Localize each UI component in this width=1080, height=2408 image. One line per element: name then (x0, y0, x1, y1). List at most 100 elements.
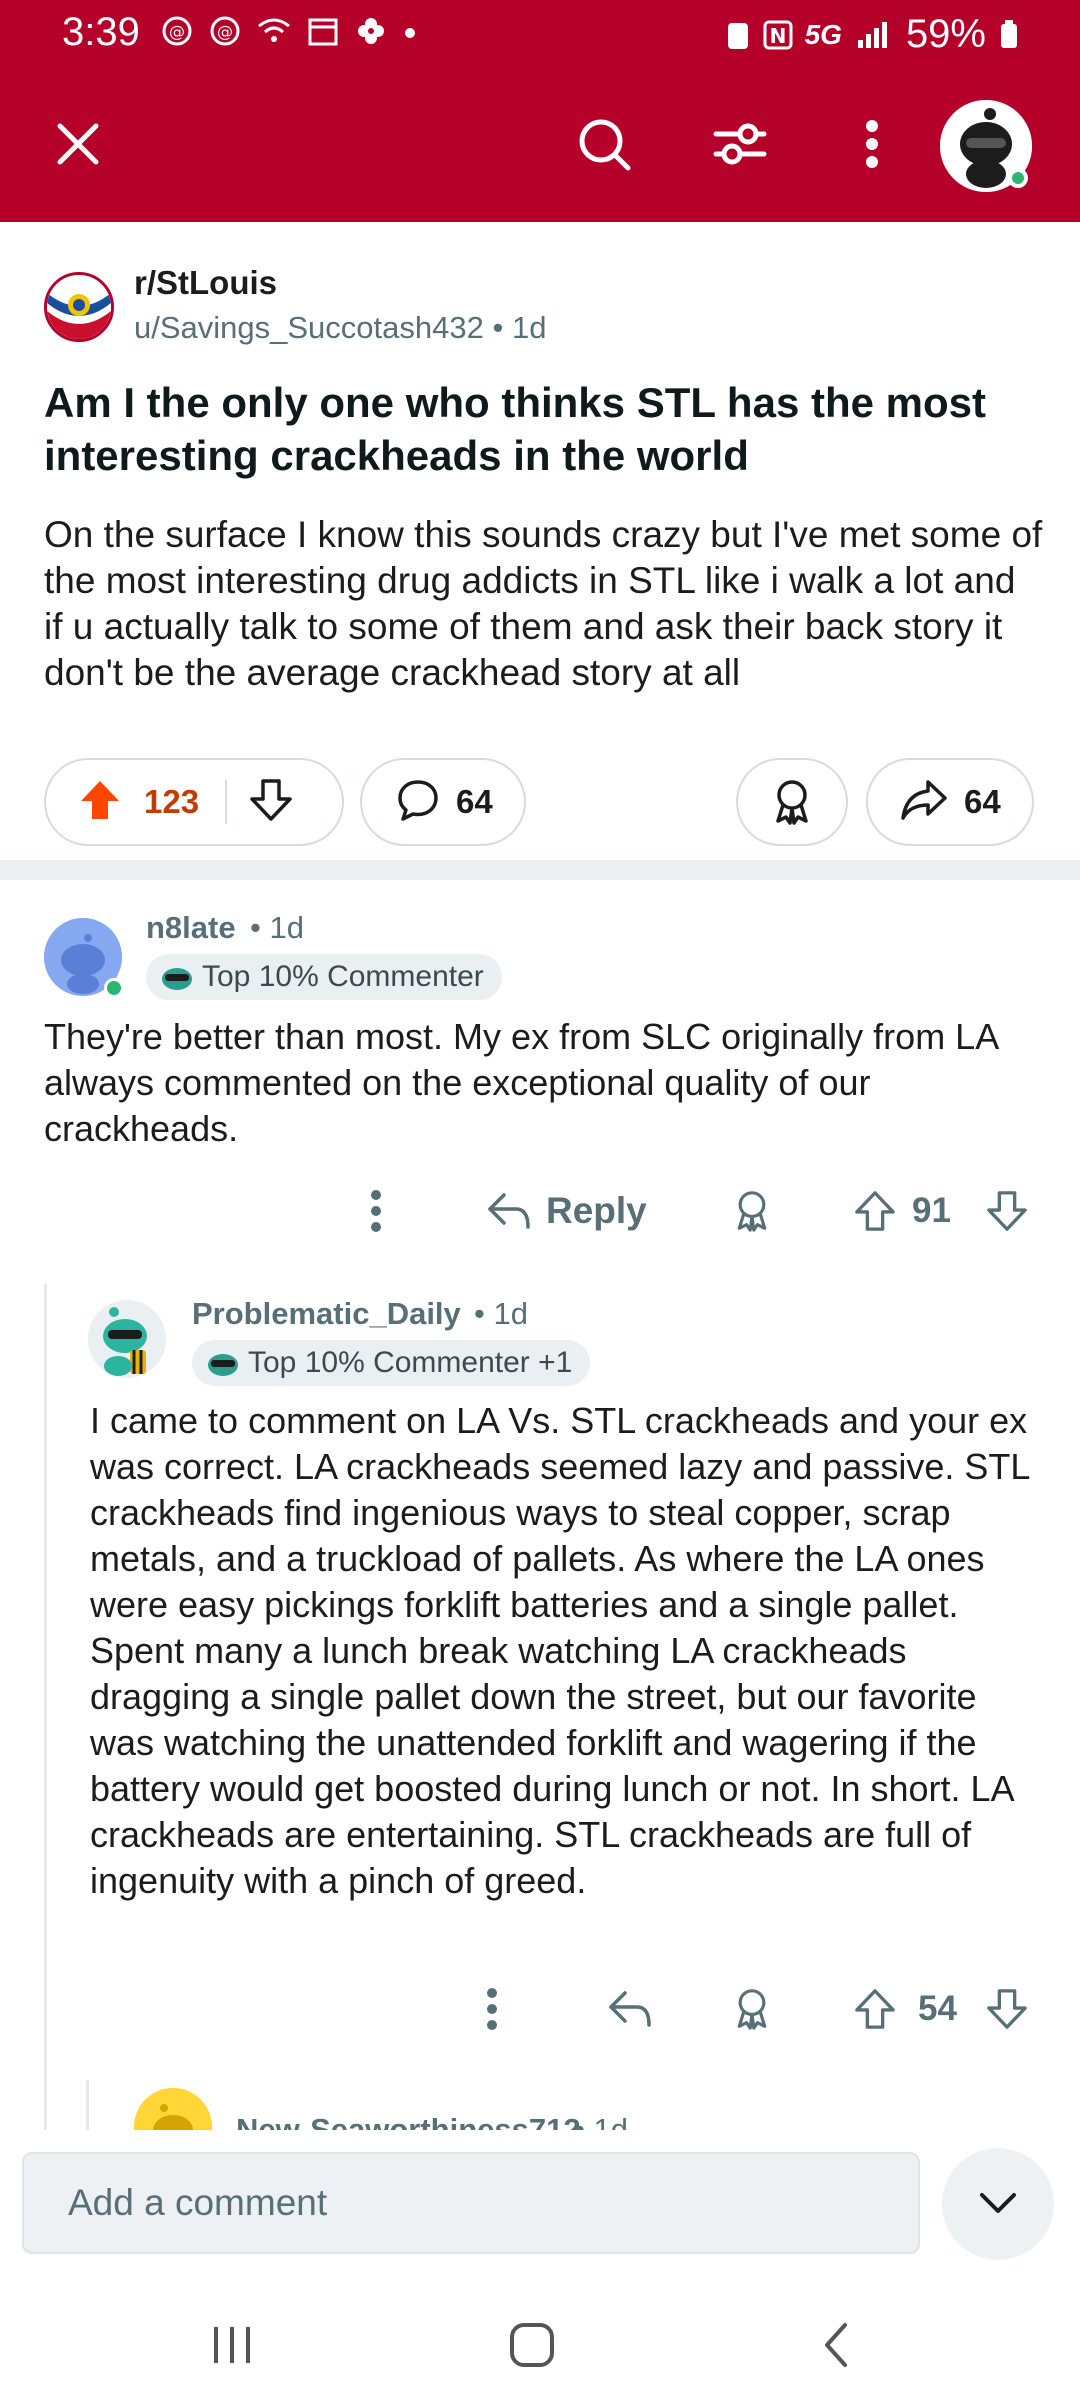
downvote-button[interactable] (249, 778, 293, 827)
vote-separator (225, 780, 228, 824)
award-button[interactable] (736, 758, 848, 846)
recent-apps-button[interactable] (192, 2310, 272, 2380)
comment-count: 64 (456, 783, 493, 820)
post-time: 1d (511, 310, 547, 345)
reply-button[interactable] (602, 1978, 658, 2040)
user-avatar-button[interactable] (940, 100, 1032, 192)
comment-time: • 1d (474, 1296, 528, 1331)
upvote-filled-icon (81, 780, 119, 819)
comment-score: 54 (918, 1978, 957, 2040)
status-bar: 3:39 @ @ N 5G 59% (0, 0, 1080, 72)
more-vertical-icon (487, 1988, 497, 2030)
comment-avatar[interactable] (88, 1300, 166, 1378)
subreddit-avatar[interactable] (44, 272, 114, 342)
chevron-down-icon (980, 2193, 1016, 2213)
comment-username[interactable]: n8late (146, 910, 236, 946)
reply-icon (488, 1193, 530, 1229)
flair-text: Top 10% Commenter +1 (248, 1346, 573, 1379)
wifi-icon (258, 18, 290, 42)
comment-more-button[interactable] (356, 1180, 396, 1242)
online-indicator (1008, 168, 1028, 188)
upvote-count: 123 (144, 783, 200, 820)
add-comment-input[interactable]: Add a comment (22, 2152, 920, 2254)
upvote-button[interactable] (850, 1180, 900, 1242)
reply-label: Reply (546, 1190, 647, 1231)
threads-icon: @ (210, 16, 240, 46)
meta-separator: • (492, 310, 512, 345)
snoo-sunglasses-icon (208, 1354, 238, 1376)
upvote-button[interactable] (78, 778, 122, 827)
back-button[interactable] (796, 2310, 876, 2380)
downvote-button[interactable] (982, 1978, 1032, 2040)
online-indicator (104, 978, 124, 998)
share-count: 64 (964, 783, 1001, 820)
filter-icon (713, 123, 767, 165)
home-button[interactable] (492, 2310, 572, 2380)
award-button[interactable] (726, 1978, 778, 2040)
sort-filter-button[interactable] (708, 112, 772, 176)
downvote-icon (987, 1989, 1027, 2029)
recent-apps-icon (214, 2327, 250, 2363)
award-icon (776, 780, 808, 825)
dot-icon (405, 28, 415, 38)
reply-icon (609, 1991, 651, 2027)
user-flair: Top 10% Commenter (146, 954, 502, 1000)
score-value: 91 (912, 1191, 951, 1230)
battery-icon (1001, 19, 1017, 48)
snoo-sunglasses-icon (162, 968, 192, 990)
post-title: Am I the only one who thinks STL has the… (44, 379, 986, 479)
search-icon (579, 119, 631, 171)
comment-icon (396, 778, 440, 827)
post-author[interactable]: u/Savings_Succotash432 (134, 310, 484, 345)
calendar-icon (308, 18, 338, 46)
system-navigation-bar (0, 2280, 1080, 2408)
comment-more-button[interactable] (472, 1978, 512, 2040)
jump-next-comment-button[interactable] (942, 2148, 1054, 2260)
search-button[interactable] (572, 112, 636, 176)
svg-text:N: N (769, 24, 786, 48)
more-vertical-icon (866, 120, 878, 168)
svg-text:@: @ (169, 22, 185, 41)
score-value: 54 (918, 1989, 957, 2028)
upvote-icon (855, 1191, 895, 1231)
upvote-button[interactable] (850, 1978, 900, 2040)
comment-body: I came to comment on LA Vs. STL crackhea… (90, 1400, 1030, 1901)
back-icon (825, 2323, 847, 2367)
comment-compose-bar: Add a comment (0, 2130, 1080, 2280)
notification-icons: @ @ (160, 14, 418, 48)
thread-line[interactable] (44, 1284, 47, 2134)
award-icon (737, 1989, 767, 2030)
downvote-icon (250, 778, 292, 821)
more-vertical-icon (371, 1190, 381, 1232)
downvote-button[interactable] (982, 1180, 1032, 1242)
comment-time: • 1d (250, 910, 304, 945)
section-divider (0, 860, 1080, 880)
subreddit-name[interactable]: r/StLouis (134, 264, 277, 302)
share-button[interactable]: 64 (866, 758, 1034, 846)
comments-button[interactable]: 64 (360, 758, 526, 846)
post-body: On the surface I know this sounds crazy … (44, 514, 1043, 693)
comment-username[interactable]: Problematic_Daily (192, 1296, 461, 1332)
close-button[interactable] (46, 112, 110, 176)
svg-text:@: @ (217, 22, 233, 41)
home-icon (510, 2323, 554, 2367)
award-icon (737, 1191, 767, 1232)
nfc-icon: N (763, 20, 793, 49)
comment-time-value: 1d (269, 910, 304, 945)
system-icons: N 5G 59% (725, 12, 1020, 57)
award-button[interactable] (726, 1180, 778, 1242)
pinwheel-icon (358, 18, 384, 44)
signal-icon (857, 21, 887, 48)
reply-button[interactable]: Reply (486, 1180, 647, 1242)
stl-flag-icon (47, 275, 111, 339)
more-options-button[interactable] (840, 112, 904, 176)
comment-body: They're better than most. My ex from SLC… (44, 1016, 998, 1149)
upvote-icon (855, 1989, 895, 2029)
status-time: 3:39 (62, 10, 140, 54)
network-type: 5G (804, 18, 842, 50)
comment-time-value: 1d (493, 1296, 528, 1331)
flair-text: Top 10% Commenter (202, 960, 484, 993)
user-flair: Top 10% Commenter +1 (192, 1340, 591, 1386)
comment-score: 91 (912, 1180, 951, 1242)
share-icon (900, 778, 948, 827)
